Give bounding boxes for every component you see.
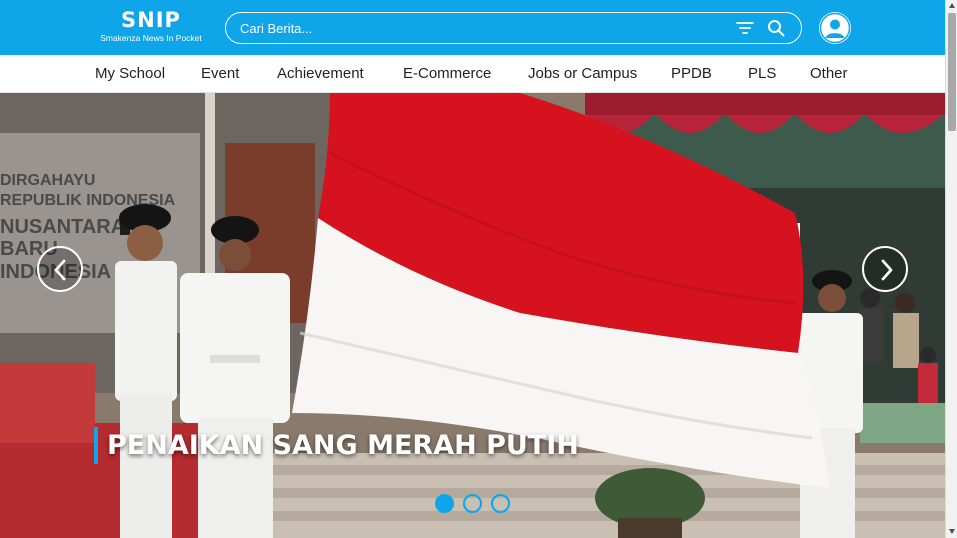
nav-item-event[interactable]: Event [201, 65, 239, 82]
carousel-next-button[interactable] [862, 246, 908, 292]
carousel-dot-3[interactable] [491, 494, 510, 513]
carousel-prev-button[interactable] [37, 246, 83, 292]
chevron-right-icon [881, 259, 893, 281]
background-text-1: DIRGAHAYU [0, 172, 95, 189]
nav-item-pls[interactable]: PLS [748, 65, 776, 82]
logo-subtitle: Smakenza News In Pocket [100, 33, 202, 43]
hero-image: DIRGAHAYU REPUBLIK INDONESIA NUSANTARA B… [0, 93, 945, 538]
page-scrollbar[interactable] [945, 0, 957, 538]
nav-item-achievement[interactable]: Achievement [277, 65, 364, 82]
site-logo[interactable]: SNIP Smakenza News In Pocket [94, 8, 208, 44]
nav-item-other[interactable]: Other [810, 65, 848, 82]
scroll-down-arrow-icon[interactable] [948, 527, 956, 535]
search-bar [225, 12, 802, 44]
main-nav: My School Event Achievement E-Commerce J… [0, 55, 945, 93]
carousel-dot-2[interactable] [463, 494, 482, 513]
search-input[interactable] [240, 18, 710, 38]
search-icon[interactable] [767, 19, 785, 37]
chevron-left-icon [54, 259, 66, 281]
nav-item-jobs-or-campus[interactable]: Jobs or Campus [528, 65, 637, 82]
carousel-indicators [434, 493, 514, 515]
background-text-3: NUSANTARA [0, 216, 125, 238]
hero-caption[interactable]: PENAIKAN SANG MERAH PUTIH [94, 427, 579, 464]
user-profile-button[interactable] [819, 12, 851, 44]
nav-item-e-commerce[interactable]: E-Commerce [403, 65, 491, 82]
nav-item-my-school[interactable]: My School [95, 65, 165, 82]
hero-carousel: DIRGAHAYU REPUBLIK INDONESIA NUSANTARA B… [0, 93, 945, 538]
logo-title: SNIP [121, 8, 181, 32]
filter-icon[interactable] [736, 20, 754, 36]
carousel-dot-1[interactable] [435, 494, 454, 513]
scroll-up-arrow-icon[interactable] [948, 2, 956, 10]
nav-item-ppdb[interactable]: PPDB [671, 65, 712, 82]
user-profile-icon [819, 12, 851, 44]
top-header: SNIP Smakenza News In Pocket [0, 0, 945, 55]
scrollbar-thumb[interactable] [948, 13, 956, 131]
